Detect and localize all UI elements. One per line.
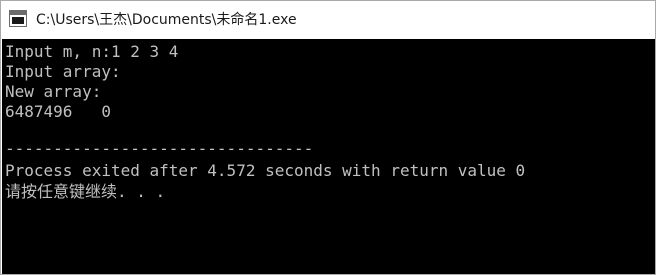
window-title: C:\Users\王杰\Documents\未命名1.exe (36, 12, 297, 28)
console-app-icon[interactable] (9, 10, 27, 27)
console-line-press-any-key: 请按任意键继续. . . (5, 182, 166, 201)
title-bar[interactable]: C:\Users\王杰\Documents\未命名1.exe (1, 1, 655, 39)
console-line-input-prompt: Input m, n:1 2 3 4 (5, 42, 179, 61)
console-output-area[interactable]: Input m, n:1 2 3 4 Input array: New arra… (2, 39, 655, 274)
console-window: C:\Users\王杰\Documents\未命名1.exe Input m, … (0, 0, 656, 275)
console-line-new-array: New array: (5, 82, 102, 101)
console-line-array-values: 6487496 0 (5, 102, 111, 121)
console-line-process-exit: Process exited after 4.572 seconds with … (5, 161, 526, 180)
console-line-input-array: Input array: (5, 62, 121, 81)
console-separator: -------------------------------- (5, 139, 314, 158)
